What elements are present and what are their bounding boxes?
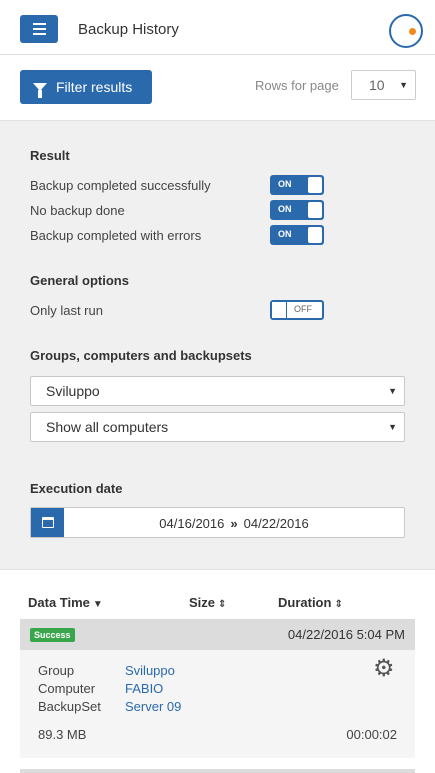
column-header-datetime[interactable]: Data Time ▼	[28, 595, 103, 610]
filter-results-label: Filter results	[56, 79, 133, 95]
option-label-errors: Backup completed with errors	[30, 228, 202, 243]
chevron-down-icon: ▼	[388, 386, 397, 396]
groups-section-title: Groups, computers and backupsets	[30, 348, 252, 363]
rows-per-page-value: 10	[369, 77, 385, 93]
computer-select-value: Show all computers	[46, 419, 169, 435]
toggle-state: OFF	[294, 304, 312, 314]
row-duration: 00:00:02	[346, 727, 397, 742]
filter-results-button[interactable]: Filter results	[20, 70, 152, 104]
rows-per-page-label: Rows for page	[255, 78, 339, 93]
column-header-duration[interactable]: Duration ⇕	[278, 595, 343, 610]
chevron-down-icon: ▼	[399, 80, 408, 90]
table-row-details: Group Sviluppo Computer FABIO BackupSet …	[20, 650, 415, 758]
toggle-success[interactable]: ON	[270, 175, 324, 195]
date-range-picker[interactable]: 04/16/2016 » 04/22/2016	[30, 507, 405, 538]
computer-select[interactable]: Show all computers ▼	[30, 412, 405, 442]
column-header-size[interactable]: Size ⇕	[189, 595, 226, 610]
table-row-header[interactable]: Success 04/22/2016 5:04 PM	[20, 619, 415, 650]
toggle-no-backup[interactable]: ON	[270, 200, 324, 220]
chevron-down-icon: ▼	[388, 422, 397, 432]
group-select[interactable]: Sviluppo ▼	[30, 376, 405, 406]
column-header-duration-label: Duration	[278, 595, 332, 610]
calendar-button[interactable]	[31, 508, 64, 537]
toggle-state: ON	[278, 229, 292, 239]
backupset-link[interactable]: Server 09	[125, 699, 181, 714]
toggle-last-run[interactable]: OFF	[270, 300, 324, 320]
row-datetime: 04/22/2016 5:04 PM	[287, 627, 405, 642]
row-size: 89.3 MB	[38, 727, 87, 742]
next-row-edge	[20, 769, 415, 773]
status-badge: Success	[30, 628, 75, 642]
hamburger-icon[interactable]	[20, 15, 58, 43]
page-title: Backup History	[78, 21, 179, 38]
gear-icon[interactable]: ⚙	[373, 657, 395, 681]
computer-key: Computer	[38, 681, 96, 696]
filter-icon	[33, 83, 47, 98]
top-bar: Backup History	[0, 0, 435, 55]
calendar-icon	[41, 517, 54, 528]
toggle-state: ON	[278, 179, 292, 189]
toggle-state: ON	[278, 204, 292, 214]
option-label-no-backup: No backup done	[30, 203, 125, 218]
computer-link[interactable]: FABIO	[125, 681, 163, 696]
app-logo-icon	[389, 14, 423, 48]
backupset-key: BackupSet	[38, 699, 101, 714]
filter-panel: Result Backup completed successfully ON …	[0, 120, 435, 570]
rows-per-page-select[interactable]: 10 ▼	[351, 70, 416, 100]
column-header-size-label: Size	[189, 595, 216, 610]
group-key: Group	[38, 663, 75, 678]
group-select-value: Sviluppo	[46, 383, 100, 399]
date-range-text: 04/16/2016 » 04/22/2016	[64, 516, 404, 531]
sort-desc-icon: ▼	[92, 599, 103, 610]
toggle-errors[interactable]: ON	[270, 225, 324, 245]
sort-icon: ⇕	[334, 599, 343, 610]
date-separator: »	[230, 516, 238, 531]
option-label-success: Backup completed successfully	[30, 178, 211, 193]
date-section-title: Execution date	[30, 481, 123, 496]
column-header-datetime-label: Data Time	[28, 595, 90, 610]
date-from: 04/16/2016	[159, 516, 225, 531]
group-link[interactable]: Sviluppo	[125, 663, 175, 678]
sort-icon: ⇕	[218, 599, 227, 610]
option-label-last-run: Only last run	[30, 303, 103, 318]
general-section-title: General options	[30, 273, 129, 288]
result-section-title: Result	[30, 148, 70, 163]
date-to: 04/22/2016	[243, 516, 309, 531]
